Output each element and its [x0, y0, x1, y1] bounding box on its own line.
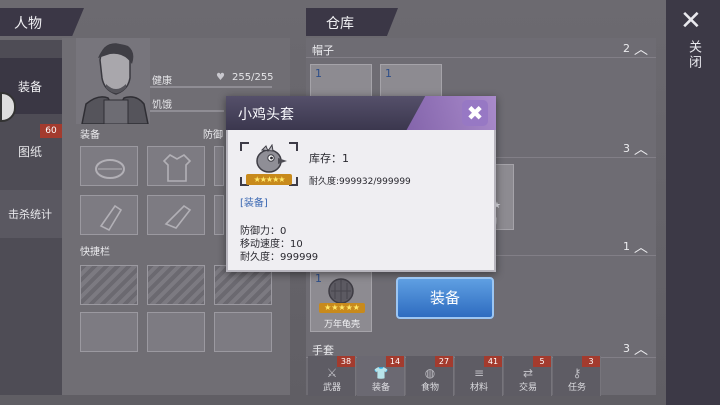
tab-label: 交易 [518, 383, 537, 393]
tab-kill-stats-label: 击杀统计 [8, 208, 52, 221]
bottom-tab-food[interactable]: ◍ 27 食物 [406, 356, 454, 396]
equip-button[interactable]: 装备 [396, 277, 494, 319]
tab-count-badge: 14 [386, 356, 404, 367]
defense-section-label: 防御 [203, 130, 223, 141]
chevron-up-icon[interactable]: ︿ [634, 139, 648, 159]
quickbar-slot-5[interactable] [147, 312, 205, 352]
quickbar-slot-1[interactable] [80, 265, 138, 305]
hunger-bar [150, 110, 224, 112]
quickbar-slot-4[interactable] [80, 312, 138, 352]
dialog-close-button[interactable]: ✖ [462, 100, 488, 126]
equip-section-label: 装备 [80, 130, 100, 141]
item-icon-frame: ★★★★★ [240, 142, 298, 186]
warehouse-tile-turtle-shell[interactable]: 1 ★★★★★ 万年龟壳 [310, 270, 372, 332]
hunger-label: 饥饿 [152, 100, 172, 111]
tab-count-badge: 41 [484, 356, 502, 367]
equip-slot-partial-2[interactable] [214, 195, 224, 235]
quickbar-label: 快捷栏 [80, 247, 110, 258]
item-equip-tag: [装备] [240, 198, 268, 209]
equip-slot-hands[interactable] [80, 195, 138, 235]
tab-count-badge: 5 [533, 356, 551, 367]
equip-slot-body[interactable] [147, 146, 205, 186]
tab-count-badge: 3 [582, 356, 600, 367]
tile-name: 万年龟壳 [323, 320, 360, 330]
warehouse-header-label: 仓库 [326, 16, 354, 32]
quickbar-slot-6[interactable] [214, 312, 272, 352]
close-label[interactable]: 关闭 [684, 40, 703, 70]
tab-blueprint[interactable]: 图纸 [18, 143, 42, 160]
tab-label: 材料 [469, 383, 488, 393]
tile-count: 1 [315, 272, 322, 285]
health-value: 255/255 [232, 72, 274, 83]
chevron-up-icon[interactable]: ︿ [634, 339, 648, 359]
category-name: 帽子 [312, 44, 334, 57]
equip-slot-partial-1[interactable] [214, 146, 224, 186]
equip-slot-legs[interactable] [147, 195, 205, 235]
character-header: 人物 [0, 8, 84, 36]
tile-stars: ★★★★★ [319, 303, 365, 313]
bottom-tab-materials[interactable]: ≡ 41 材料 [455, 356, 503, 396]
character-header-label: 人物 [14, 16, 42, 32]
item-durability: 耐久度:999932/999999 [309, 177, 411, 187]
tab-label: 任务 [567, 383, 586, 393]
chevron-up-icon[interactable]: ︿ [634, 237, 648, 257]
category-count: 3 [623, 342, 630, 355]
health-bar [150, 86, 272, 88]
quickbar-slot-2[interactable] [147, 265, 205, 305]
category-count: 3 [623, 142, 630, 155]
tab-label: 食物 [420, 383, 439, 393]
bottom-tab-quests[interactable]: ⚷ 3 任务 [553, 356, 601, 396]
item-stars: ★★★★★ [246, 174, 292, 185]
tab-label: 武器 [322, 383, 341, 393]
bottom-tab-trade[interactable]: ⇄ 5 交易 [504, 356, 552, 396]
category-hats[interactable]: 帽子 2 ︿ [306, 40, 656, 58]
chevron-up-icon[interactable]: ︿ [634, 39, 648, 59]
stat-durability: 耐久度：999999 [240, 252, 319, 263]
bottom-tab-weapons[interactable]: ⚔ 38 武器 [308, 356, 356, 396]
tile-count: 1 [385, 67, 392, 80]
category-count: 1 [623, 240, 630, 253]
tab-equip-label: 装备 [18, 80, 43, 94]
heart-icon: ♥ [216, 72, 225, 83]
equip-slot-head[interactable] [80, 146, 138, 186]
tile-count: 1 [315, 67, 322, 80]
character-portrait [76, 38, 150, 125]
frame-corner [289, 142, 298, 151]
tab-label: 装备 [371, 383, 390, 393]
turtle-shell-icon [328, 278, 354, 304]
health-label: 健康 [152, 76, 172, 87]
tab-count-badge: 38 [337, 356, 355, 367]
item-stock: 库存：1 [309, 152, 349, 165]
dialog-title: 小鸡头套 [238, 107, 294, 123]
blueprint-count-badge: 60 [40, 124, 62, 138]
close-icon[interactable]: ✕ [680, 6, 702, 36]
warehouse-header: 仓库 [306, 8, 398, 36]
frame-corner [240, 142, 249, 151]
tab-count-badge: 27 [435, 356, 453, 367]
category-count: 2 [623, 42, 630, 55]
chick-helmet-icon [256, 144, 287, 173]
bottom-tab-equipment[interactable]: 👕 14 装备 [357, 356, 405, 396]
tab-kill-stats[interactable]: 击杀统计 [0, 190, 62, 238]
